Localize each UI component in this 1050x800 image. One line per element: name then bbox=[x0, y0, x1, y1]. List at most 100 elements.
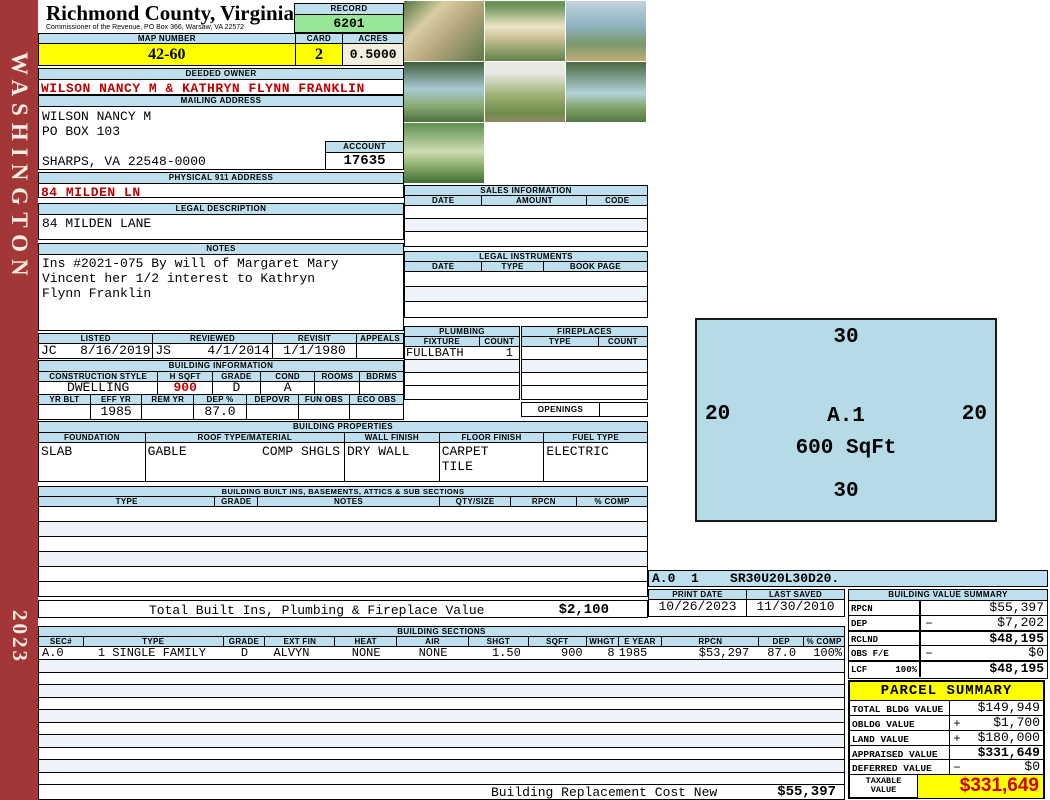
built-ins-total-label: Total Built Ins, Plumbing & Fireplace Va… bbox=[149, 603, 485, 618]
bvs-row-value: $7,202 bbox=[997, 615, 1044, 630]
floor-finish-line2: TILE bbox=[441, 459, 473, 474]
sketch-section-id: A.1 bbox=[827, 405, 865, 428]
cond-value: A bbox=[261, 381, 316, 394]
bvs-lcf-label-cell: LCF 100% bbox=[849, 662, 919, 677]
bvs-row-value: $48,195 bbox=[989, 631, 1044, 646]
sketch-top-dimension: 30 bbox=[833, 326, 859, 349]
property-photo-house-front[interactable] bbox=[485, 1, 565, 61]
ps-row-land: LAND VALUE + $180,000 bbox=[850, 731, 1043, 746]
built-ins-col-comp: % COMP bbox=[577, 497, 647, 507]
physical-address-box: PHYSICAL 911 ADDRESS 84 MILDEN LN bbox=[38, 172, 404, 200]
ps-row-sign: + bbox=[953, 732, 961, 746]
empty-row bbox=[405, 360, 519, 373]
built-ins-table: BUILDING BUILT INS, BASEMENTS, ATTICS & … bbox=[38, 486, 648, 597]
ps-row-label: APPRAISED VALUE bbox=[850, 746, 950, 760]
notes-line-2: Vincent her 1/2 interest to Kathryn bbox=[42, 271, 316, 286]
reviewed-by: JS bbox=[155, 343, 171, 358]
ps-row-value: $1,700 bbox=[993, 715, 1040, 730]
ps-row-label: TOTAL BLDG VALUE bbox=[850, 701, 950, 715]
taxable-value: $331,649 bbox=[918, 775, 1043, 798]
openings-label: OPENINGS bbox=[521, 402, 600, 417]
ps-row-sign bbox=[950, 701, 964, 715]
empty-row bbox=[522, 386, 647, 399]
acres-value: 0.5000 bbox=[343, 44, 403, 65]
bvs-row-lcf: LCF 100% $48,195 bbox=[849, 661, 1047, 677]
sidebar-county-label: WASHINGTON bbox=[7, 52, 32, 283]
depovr-label: DEPOVR bbox=[246, 395, 299, 405]
sales-col-date: DATE bbox=[405, 196, 483, 206]
parcel-summary: PARCEL SUMMARY TOTAL BLDG VALUE $149,949… bbox=[848, 680, 1045, 799]
property-photo-grid bbox=[404, 1, 648, 183]
yr-blt-value bbox=[39, 405, 91, 419]
bvs-row-label: OBS F/E bbox=[851, 649, 889, 659]
legal-instruments-label: LEGAL INSTRUMENTS bbox=[405, 252, 647, 262]
openings-row: OPENINGS bbox=[521, 402, 648, 417]
listed-by: JC bbox=[41, 343, 57, 358]
ps-row-total-bldg: TOTAL BLDG VALUE $149,949 bbox=[850, 701, 1043, 716]
empty-row bbox=[39, 760, 844, 773]
bs-rpcn: $53,297 bbox=[698, 646, 750, 660]
year-county-sidebar: WASHINGTON 2023 bbox=[0, 0, 38, 800]
ps-row-value: $149,949 bbox=[977, 700, 1040, 715]
built-ins-col-type: TYPE bbox=[39, 497, 216, 507]
property-photo-house-side[interactable] bbox=[566, 62, 646, 122]
eff-yr-value: 1985 bbox=[91, 405, 143, 419]
building-sketch: 30 20 A.1 20 600 SqFt 30 bbox=[695, 318, 997, 522]
taxable-label-line2: VALUE bbox=[870, 785, 897, 795]
visit-history-table: LISTED REVIEWED REVISIT APPEALS JC 8/16/… bbox=[38, 333, 404, 359]
map-number-label: MAP NUMBER bbox=[39, 34, 296, 44]
bvs-row-rpcn: RPCN $55,397 bbox=[849, 601, 1047, 616]
bvs-row-rclnd: RCLND $48,195 bbox=[849, 631, 1047, 646]
ps-row-deferred: DEFERRED VALUE − $0 bbox=[850, 760, 1043, 775]
empty-row bbox=[39, 748, 844, 760]
legal-description-label: LEGAL DESCRIPTION bbox=[39, 204, 403, 215]
bdrms-label: BDRMS bbox=[360, 372, 403, 382]
bvs-row-sign: − bbox=[919, 646, 937, 661]
building-properties-table: BUILDING PROPERTIES FOUNDATION ROOF TYPE… bbox=[38, 421, 648, 482]
wall-finish-value: DRY WALL bbox=[345, 443, 440, 481]
bs-eyear: 1985 bbox=[618, 646, 648, 660]
empty-row bbox=[405, 302, 647, 318]
hsqft-value: 900 bbox=[158, 381, 214, 394]
mailing-line-2: PO BOX 103 bbox=[42, 124, 121, 139]
property-photo-house-yard[interactable] bbox=[404, 123, 484, 183]
floor-finish-label: FLOOR FINISH bbox=[439, 433, 545, 443]
replacement-cost-label: Building Replacement Cost New bbox=[490, 784, 718, 800]
legal-col-type: TYPE bbox=[482, 262, 544, 272]
sales-col-amount: AMOUNT bbox=[482, 196, 588, 206]
empty-row bbox=[39, 723, 844, 735]
empty-row bbox=[522, 360, 647, 373]
empty-row bbox=[39, 660, 844, 673]
bdrms-value bbox=[360, 382, 403, 394]
ps-row-label: DEFERRED VALUE bbox=[850, 760, 950, 774]
bs-sqft: 900 bbox=[561, 646, 583, 660]
property-photo-path[interactable] bbox=[485, 62, 565, 122]
bvs-row-dep: DEP − $7,202 bbox=[849, 616, 1047, 631]
empty-row bbox=[522, 373, 647, 386]
yr-blt-label: YR BLT bbox=[39, 395, 91, 405]
notes-box: NOTES Ins #2021-075 By will of Margaret … bbox=[38, 243, 404, 331]
ps-row-label: OBLDG VALUE bbox=[850, 716, 950, 730]
empty-row bbox=[405, 287, 647, 302]
rooms-value bbox=[315, 382, 361, 394]
property-photo-shed[interactable] bbox=[404, 1, 484, 61]
mailing-address-label: MAILING ADDRESS bbox=[39, 96, 403, 107]
empty-row bbox=[39, 710, 844, 723]
revisit-date: 1/1/1980 bbox=[273, 344, 358, 358]
floor-finish-line1: CARPET bbox=[441, 444, 489, 459]
property-photo-house-rear[interactable] bbox=[404, 62, 484, 122]
bs-heat: NONE bbox=[351, 646, 381, 660]
legal-instruments-table: LEGAL INSTRUMENTS DATE TYPE BOOK PAGE bbox=[404, 251, 648, 318]
empty-row bbox=[39, 567, 647, 582]
parcel-summary-label: PARCEL SUMMARY bbox=[850, 682, 1043, 701]
eco-obs-label: ECO OBS bbox=[350, 395, 404, 405]
roof-type-value: GABLE bbox=[147, 444, 187, 459]
foundation-value: SLAB bbox=[39, 443, 146, 481]
ps-row-obldg: OBLDG VALUE + $1,700 bbox=[850, 716, 1043, 731]
fun-obs-label: FUN OBS bbox=[298, 395, 351, 405]
ps-row-taxable: TAXABLE VALUE $331,649 bbox=[850, 775, 1043, 798]
roof-value-cell: GABLE COMP SHGLS bbox=[146, 443, 345, 481]
county-subtitle: Commissioner of the Revenue, PO Box 366,… bbox=[46, 24, 245, 31]
building-sections-table: BUILDING SECTIONS SEC# TYPE GRADE EXT FI… bbox=[38, 626, 845, 784]
property-photo-dock[interactable] bbox=[566, 1, 646, 61]
